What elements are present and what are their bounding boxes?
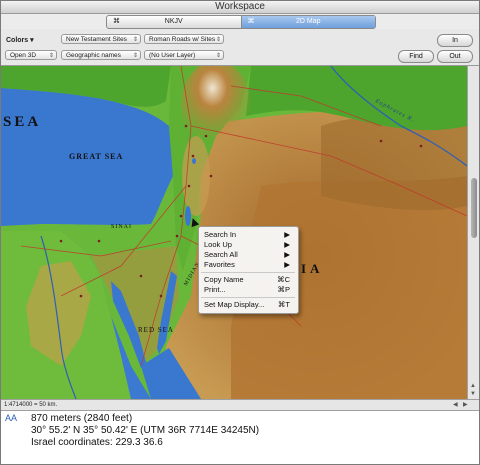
map-label-red-sea: RED SEA bbox=[138, 326, 174, 334]
scroll-up-icon[interactable]: ▲ bbox=[470, 383, 476, 389]
menu-separator bbox=[201, 297, 295, 298]
tab-nkjv[interactable]: ⌘ NKJV bbox=[107, 16, 241, 28]
road-layer-value: Roman Roads w/ Sites bbox=[149, 36, 216, 43]
user-layer-select[interactable]: (No User Layer) ⇕ bbox=[144, 50, 224, 60]
submenu-arrow-icon: ▶ bbox=[284, 230, 290, 239]
chevron-down-icon: ⇕ bbox=[48, 53, 54, 59]
tab-2d-map[interactable]: ⌘ 2D Map bbox=[240, 16, 375, 28]
menu-item-copy-name[interactable]: Copy Name ⌘C bbox=[204, 275, 294, 285]
chevron-down-icon: ⇕ bbox=[132, 37, 138, 43]
map-label-great-sea: GREAT SEA bbox=[69, 152, 124, 161]
elevation-text: 870 meters (2840 feet) bbox=[31, 413, 133, 424]
title-bar[interactable]: Workspace bbox=[1, 1, 479, 14]
map-label-sea: SEA bbox=[3, 114, 42, 130]
chevron-down-icon: ⇕ bbox=[215, 53, 221, 59]
context-menu: Search In ▶ Look Up ▶ Search All ▶ Favorite… bbox=[198, 226, 299, 314]
scroll-thumb[interactable] bbox=[471, 178, 477, 238]
workspace-window: Workspace ⌘ NKJV ⌘ 2D Map Colors ▾ Open … bbox=[0, 0, 480, 465]
window-title: Workspace bbox=[215, 1, 265, 12]
open-3d-label: Open 3D bbox=[10, 52, 37, 59]
zoom-out-button[interactable]: Out bbox=[437, 50, 473, 63]
submenu-arrow-icon: ▶ bbox=[284, 250, 290, 259]
names-layer-select[interactable]: Geographic names ⇕ bbox=[61, 50, 141, 60]
text-size-icon[interactable]: AA bbox=[5, 413, 17, 423]
vertical-scrollbar[interactable]: ▲ ▼ bbox=[467, 66, 479, 399]
menu-item-label: Copy Name bbox=[204, 275, 244, 284]
submenu-arrow-icon: ▶ bbox=[284, 260, 290, 269]
menu-item-label: Set Map Display... bbox=[204, 300, 265, 309]
user-layer-value: (No User Layer) bbox=[149, 52, 196, 59]
tab-label: NKJV bbox=[164, 18, 183, 25]
open-3d-popup[interactable]: Open 3D ⇕ bbox=[5, 50, 57, 60]
scroll-left-icon[interactable]: ◀ bbox=[453, 400, 458, 410]
menu-shortcut: ⌘P bbox=[277, 285, 290, 294]
menu-item-label: Favorites bbox=[204, 260, 235, 269]
tab-label: 2D Map bbox=[295, 18, 321, 25]
menu-shortcut: ⌘C bbox=[277, 275, 290, 284]
map-toolbar: Colors ▾ Open 3D ⇕ New Testament Sites ⇕ R… bbox=[1, 29, 479, 66]
submenu-arrow-icon: ▶ bbox=[284, 240, 290, 249]
menu-item-label: Search All bbox=[204, 250, 238, 259]
scale-text: 1:4714000 = 50 km. bbox=[4, 402, 58, 408]
map-label-sinai: SINAI bbox=[111, 224, 132, 230]
site-layer-select[interactable]: New Testament Sites ⇕ bbox=[61, 34, 141, 44]
gear-icon: ⌘ bbox=[247, 18, 255, 25]
gear-icon: ⌘ bbox=[113, 18, 120, 25]
scroll-right-icon[interactable]: ▶ bbox=[463, 400, 468, 410]
scroll-down-icon[interactable]: ▼ bbox=[470, 391, 476, 397]
map-view[interactable]: SEA GREAT SEA SINAI RED SEA MIDIAN IA Eu… bbox=[1, 66, 467, 399]
site-layer-value: New Testament Sites bbox=[66, 36, 127, 43]
israel-coordinates-text: Israel coordinates: 229.3 36.6 bbox=[31, 437, 163, 448]
scale-bar: 1:4714000 = 50 km. ◀ ▶ bbox=[1, 399, 479, 410]
find-button[interactable]: Find bbox=[398, 50, 434, 63]
menu-item-search-all[interactable]: Search All ▶ bbox=[204, 250, 294, 260]
road-layer-select[interactable]: Roman Roads w/ Sites ⇕ bbox=[144, 34, 224, 44]
map-label-arabia: IA bbox=[301, 261, 324, 276]
menu-item-set-map-display[interactable]: Set Map Display... ⌘T bbox=[204, 300, 294, 310]
menu-item-search-in[interactable]: Search In ▶ bbox=[204, 230, 294, 240]
zoom-in-button[interactable]: In bbox=[437, 34, 473, 47]
colors-label: Colors bbox=[6, 37, 29, 44]
menu-item-label: Search In bbox=[204, 230, 237, 239]
menu-shortcut: ⌘T bbox=[277, 300, 290, 309]
menu-separator bbox=[201, 272, 295, 273]
menu-item-label: Look Up bbox=[204, 240, 232, 249]
chevron-down-icon: ⇕ bbox=[132, 53, 138, 59]
location-info-panel: AA 870 meters (2840 feet) 30° 55.2' N 35… bbox=[1, 410, 479, 464]
chevron-down-icon: ⇕ bbox=[215, 37, 221, 43]
menu-item-look-up[interactable]: Look Up ▶ bbox=[204, 240, 294, 250]
menu-item-print[interactable]: Print... ⌘P bbox=[204, 285, 294, 295]
menu-item-favorites[interactable]: Favorites ▶ bbox=[204, 260, 294, 270]
tab-bar: ⌘ NKJV ⌘ 2D Map bbox=[106, 15, 376, 29]
colors-menu[interactable]: Colors ▾ bbox=[6, 36, 34, 44]
menu-item-label: Print... bbox=[204, 285, 226, 294]
names-layer-value: Geographic names bbox=[66, 52, 121, 59]
coordinates-text: 30° 55.2' N 35° 50.42' E (UTM 36R 7714E … bbox=[31, 425, 260, 436]
